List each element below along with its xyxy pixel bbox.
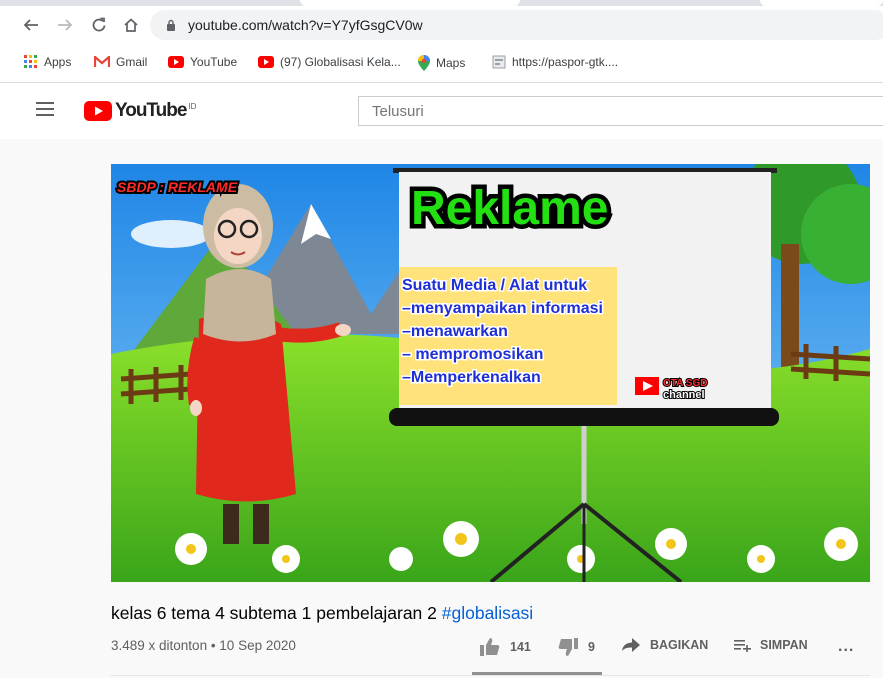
channel-mark-bottom: channel <box>663 389 705 401</box>
board-line: – mempromosikan <box>402 346 543 363</box>
bookmark-gmail[interactable]: Gmail <box>94 55 147 69</box>
maps-pin-icon <box>418 55 430 71</box>
divider <box>111 675 870 676</box>
home-icon[interactable] <box>120 14 142 36</box>
save-button[interactable]: SIMPAN <box>734 638 808 652</box>
bookmark-label: YouTube <box>190 55 238 69</box>
bookmark-paspor[interactable]: https://paspor-gtk.... <box>492 55 618 69</box>
bookmark-label: Maps <box>436 56 466 70</box>
omnibox[interactable]: youtube.com/watch?v=Y7yfGsgCV0w <box>150 10 883 40</box>
back-arrow-icon[interactable] <box>20 14 42 36</box>
search-input[interactable]: Telusuri <box>358 96 883 126</box>
youtube-play-logo-icon <box>84 101 112 121</box>
thumbs-down-icon <box>558 638 578 656</box>
bookmark-maps[interactable]: Maps <box>418 55 465 71</box>
like-count: 141 <box>510 640 531 654</box>
video-title-text: kelas 6 tema 4 subtema 1 pembelajaran 2 <box>111 603 442 623</box>
youtube-logo[interactable]: YouTube ID <box>84 100 196 122</box>
reload-icon[interactable] <box>88 14 110 36</box>
board-line: –menawarkan <box>402 323 508 340</box>
board-title: Reklame <box>411 182 608 235</box>
board-line: –Memperkenalkan <box>402 369 541 386</box>
thumbs-up-icon <box>480 638 500 656</box>
more-dots-icon: ... <box>838 638 855 655</box>
page-icon <box>492 55 506 69</box>
bookmarks-bar: Apps Gmail YouTube (97) Globalisasi Kela… <box>0 44 883 83</box>
watch-page-content: Reklame Suatu Media / Alat untuk –menyam… <box>0 139 883 678</box>
playlist-add-icon <box>734 640 751 652</box>
share-arrow-icon <box>622 638 640 652</box>
bookmark-youtube[interactable]: YouTube <box>168 55 237 69</box>
country-code: ID <box>188 101 197 111</box>
youtube-icon <box>258 56 274 68</box>
bookmark-label: Apps <box>44 55 72 69</box>
youtube-header: YouTube ID Telusuri <box>0 83 883 139</box>
forward-arrow-icon[interactable] <box>54 14 76 36</box>
view-count-date: 3.489 x ditonton • 10 Sep 2020 <box>111 638 296 653</box>
address-bar-row: youtube.com/watch?v=Y7yfGsgCV0w <box>0 6 883 44</box>
save-label: SIMPAN <box>760 638 808 652</box>
menu-hamburger-icon[interactable] <box>36 102 54 116</box>
url-text[interactable]: youtube.com/watch?v=Y7yfGsgCV0w <box>188 17 423 33</box>
lock-icon[interactable] <box>166 18 176 36</box>
bookmark-label: https://paspor-gtk.... <box>512 55 619 69</box>
bookmark-globalisasi[interactable]: (97) Globalisasi Kela... <box>258 55 401 69</box>
bookmark-label: Gmail <box>116 55 148 69</box>
hashtag-link[interactable]: #globalisasi <box>442 603 533 623</box>
share-label: BAGIKAN <box>650 638 709 652</box>
search-placeholder: Telusuri <box>372 103 424 120</box>
more-actions-button[interactable]: ... <box>838 638 854 656</box>
bookmark-label: (97) Globalisasi Kela... <box>280 55 401 69</box>
bookmark-apps[interactable]: Apps <box>24 55 71 69</box>
share-button[interactable]: BAGIKAN <box>622 638 708 652</box>
board-line: Suatu Media / Alat untuk <box>402 277 587 294</box>
dislike-button[interactable]: 9 <box>558 638 595 656</box>
apps-grid-icon <box>24 55 38 69</box>
youtube-icon <box>168 56 184 68</box>
like-button[interactable]: 141 <box>480 638 531 656</box>
channel-mark-top: OTA SGD <box>663 378 707 389</box>
video-title: kelas 6 tema 4 subtema 1 pembelajaran 2 … <box>111 603 533 624</box>
video-thumbnail: Reklame Suatu Media / Alat untuk –menyam… <box>111 164 870 582</box>
dislike-count: 9 <box>588 640 595 654</box>
board-line: –menyampaikan informasi <box>402 300 603 317</box>
corner-label: SBDP : REKLAME <box>117 179 238 195</box>
video-player[interactable]: Reklame Suatu Media / Alat untuk –menyam… <box>111 164 870 582</box>
logo-wordmark: YouTube <box>115 100 187 121</box>
gmail-icon <box>94 56 110 68</box>
